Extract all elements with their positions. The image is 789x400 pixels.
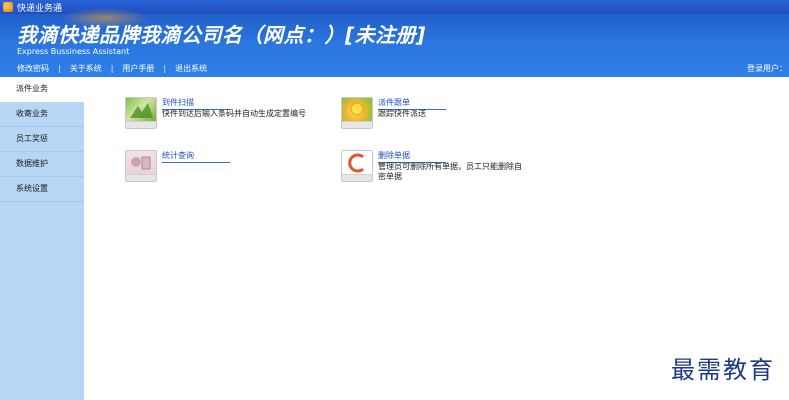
tile-arrival-scan: 到件扫描 快件到达后输入条码并自动生成定置编号 [125, 97, 345, 137]
header-banner: 我滴快递品牌我滴公司名（网点：）[未注册] Express Bussiness … [0, 8, 789, 77]
brand-title: 我滴快递品牌我滴公司名（网点：）[未注册] [17, 23, 426, 47]
thumb-bar [126, 174, 156, 181]
nav-exit-system[interactable]: 退出系统 [175, 63, 207, 74]
tile-statistics-query: 统计查询 [125, 150, 345, 190]
tile-delete-records: 删除单据 管理员可删除所有单据，员工只能删除自密单据 [341, 150, 561, 190]
top-nav: 修改密码 | 关于系统 | 用户手册 | 退出系统 [17, 63, 207, 74]
nav-about-system[interactable]: 关于系统 [70, 63, 102, 74]
scan-icon-graphic [130, 103, 153, 118]
login-user-label: 登录用户： [747, 64, 787, 73]
delete-icon[interactable] [341, 150, 373, 182]
nav-separator: | [110, 64, 114, 73]
stats-icon[interactable] [125, 150, 157, 182]
delete-icon-graphic [348, 153, 364, 173]
sidebar: 派件业务 收寄业务 员工奖惩 数据维护 系统设置 [0, 77, 84, 400]
thumb-bar [342, 174, 372, 181]
brand-subtitle: Express Bussiness Assistant [17, 47, 130, 56]
thumb-bar [342, 121, 372, 128]
tile-description: 跟踪快件派送 [378, 109, 426, 118]
scan-icon[interactable] [125, 97, 157, 129]
watermark: 最需教育 [671, 356, 775, 384]
app-icon [3, 2, 13, 12]
nav-separator: | [58, 64, 61, 73]
window-title: 快递业务通 [17, 3, 63, 14]
thumb-bar [126, 121, 156, 128]
stats-icon-graphic [131, 156, 151, 170]
sidebar-item-data-maintenance[interactable]: 数据维护 [0, 152, 84, 177]
tile-dispatch-tracking: 派件跟单 跟踪快件派送 [341, 97, 561, 137]
sidebar-item-system-settings[interactable]: 系统设置 [0, 177, 84, 202]
sidebar-item-staff-rewards[interactable]: 员工奖惩 [0, 127, 84, 152]
sidebar-item-receive[interactable]: 收寄业务 [0, 102, 84, 127]
tile-title[interactable]: 统计查询 [162, 150, 230, 163]
nav-change-password[interactable]: 修改密码 [17, 63, 49, 74]
nav-user-manual[interactable]: 用户手册 [122, 63, 154, 74]
tile-description: 管理员可删除所有单据，员工只能删除自密单据 [378, 162, 522, 181]
track-icon[interactable] [341, 97, 373, 129]
sidebar-item-dispatch[interactable]: 派件业务 [0, 77, 84, 102]
track-icon-graphic [350, 102, 364, 116]
tile-description: 快件到达后输入条码并自动生成定置编号 [162, 109, 306, 118]
nav-separator: | [163, 64, 167, 73]
